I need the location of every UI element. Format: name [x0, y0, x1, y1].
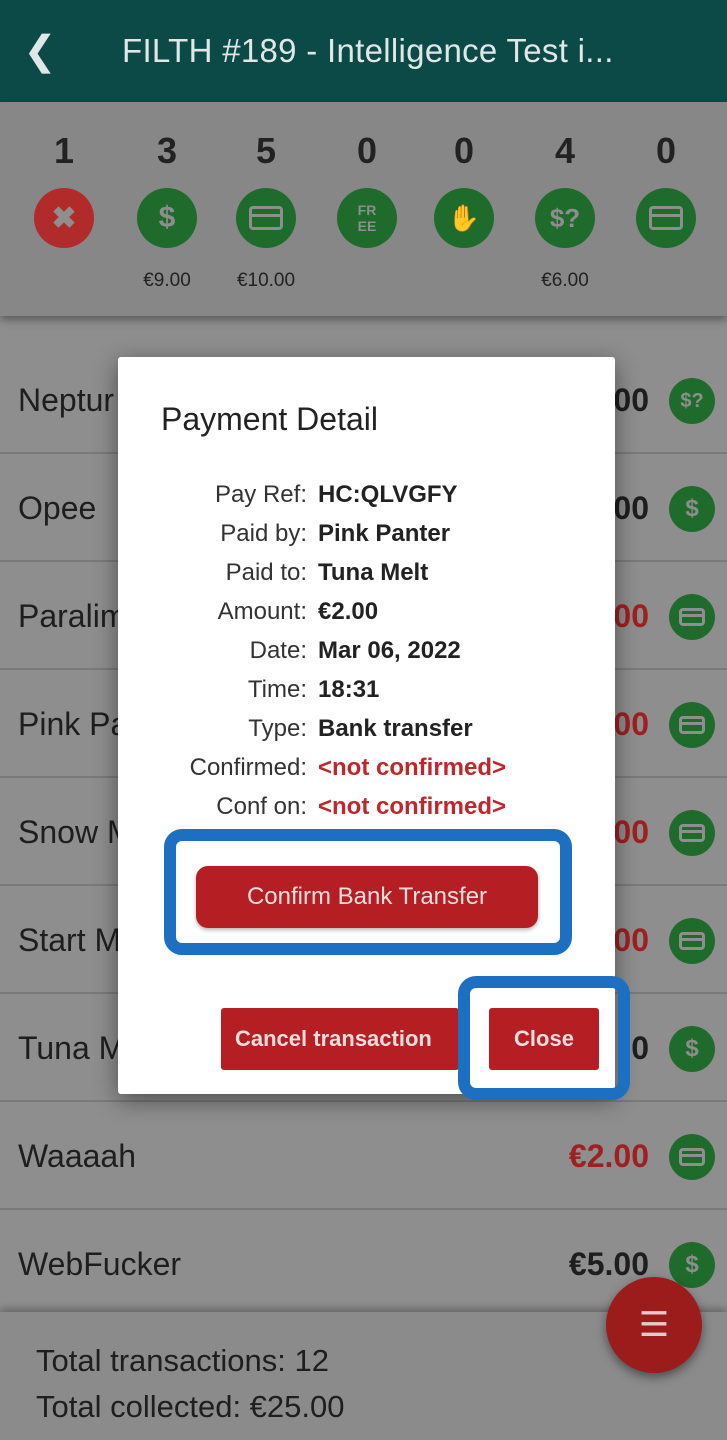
card-unconfirmed-icon	[636, 188, 696, 248]
detail-label: Paid to:	[225, 559, 307, 586]
payer-name: Snow M	[18, 814, 134, 850]
cash-unconfirmed-icon: $?	[535, 188, 595, 248]
cash-icon: $	[669, 1242, 715, 1288]
detail-value: <not confirmed>	[318, 793, 507, 820]
detail-row: Conf on: <not confirmed>	[118, 787, 615, 827]
summary-amount: €9.00	[143, 270, 191, 291]
detail-label: Pay Ref:	[214, 481, 307, 508]
row-amount: €2.00	[568, 1138, 649, 1174]
menu-icon: ☰	[638, 1306, 670, 1344]
detail-value: Mar 06, 2022	[318, 637, 461, 664]
detail-value: Bank transfer	[318, 715, 473, 742]
card-icon	[669, 810, 715, 856]
summary-count: 5	[255, 130, 277, 171]
detail-row: Type: Bank transfer	[118, 709, 615, 749]
card-icon	[669, 594, 715, 640]
detail-label: Type:	[248, 715, 307, 742]
summary-cancelled[interactable]: 1 ✖	[14, 102, 114, 316]
summary-count: 3	[156, 130, 178, 171]
detail-label: Conf on:	[216, 793, 307, 820]
row-amount: 00	[613, 598, 649, 634]
detail-label: Amount:	[217, 598, 307, 625]
cash-icon: $	[669, 486, 715, 532]
cash-icon: $	[137, 188, 197, 248]
detail-label: Date:	[249, 637, 307, 664]
summary-hand-money[interactable]: 0 ✋	[414, 102, 514, 316]
cancel-transaction-button[interactable]: Cancel transaction	[221, 1008, 459, 1070]
payer-name: WebFucker	[18, 1246, 182, 1282]
payer-name: Neptur	[18, 382, 115, 418]
card-icon	[236, 188, 296, 248]
detail-row: Time: 18:31	[118, 670, 615, 710]
payment-detail-dialog: Payment Detail Pay Ref: HC:QLVGFY Paid b…	[118, 357, 615, 1094]
payer-name: Pink Pa	[18, 706, 129, 742]
summary-amount: €10.00	[236, 270, 296, 291]
summary-card[interactable]: 5 €10.00	[216, 102, 316, 316]
summary-count: 0	[453, 130, 475, 171]
detail-label: Confirmed:	[189, 754, 307, 781]
row-amount: 00	[613, 382, 649, 418]
hand-money-icon: ✋	[434, 188, 494, 248]
detail-row: Paid to: Tuna Melt	[118, 553, 615, 593]
summary-count: 4	[554, 130, 576, 171]
cash-unconfirmed-icon: $?	[669, 378, 715, 424]
detail-value: <not confirmed>	[318, 754, 507, 781]
detail-row: Confirmed: <not confirmed>	[118, 748, 615, 788]
app-header: ❮ FILTH #189 - Intelligence Test i...	[0, 0, 727, 102]
detail-row: Amount: €2.00	[118, 592, 615, 632]
row-amount: 00	[613, 814, 649, 850]
free-icon: FR EE	[337, 188, 397, 248]
detail-value: HC:QLVGFY	[318, 481, 458, 508]
cash-icon: $	[669, 1026, 715, 1072]
detail-label: Paid by:	[220, 520, 307, 547]
summary-cash-unconfirmed[interactable]: 4 $? €6.00	[515, 102, 615, 316]
summary-count: 0	[356, 130, 378, 171]
payer-name: Start M	[18, 922, 122, 958]
detail-label: Time:	[247, 676, 307, 703]
detail-value: €2.00	[318, 598, 379, 625]
payer-name: Waaaah	[18, 1138, 136, 1174]
page-title: FILTH #189 - Intelligence Test i...	[122, 32, 614, 69]
detail-value: Tuna Melt	[318, 559, 429, 586]
payment-summary-bar: 1 ✖ 3 $ €9.00 5 €10.00 0 FR EE 0 ✋ 4 $? €…	[0, 102, 727, 316]
close-button[interactable]: Close	[489, 1008, 599, 1070]
summary-free[interactable]: 0 FR EE	[317, 102, 417, 316]
detail-row: Date: Mar 06, 2022	[118, 631, 615, 671]
menu-fab-button[interactable]: ☰	[606, 1277, 702, 1373]
card-icon	[669, 1134, 715, 1180]
chevron-left-icon: ❮	[23, 29, 57, 73]
confirm-bank-transfer-button[interactable]: Confirm Bank Transfer	[196, 866, 538, 928]
detail-row: Paid by: Pink Panter	[118, 514, 615, 554]
back-button[interactable]: ❮	[0, 0, 80, 102]
detail-row: Pay Ref: HC:QLVGFY	[118, 475, 615, 515]
list-item[interactable]: Waaaah €2.00	[0, 1102, 727, 1210]
dialog-title: Payment Detail	[161, 401, 378, 437]
row-amount: 0	[631, 1030, 649, 1066]
card-icon	[669, 918, 715, 964]
total-collected: Total collected: €25.00	[36, 1389, 345, 1424]
summary-amount: €6.00	[541, 270, 589, 291]
summary-cash[interactable]: 3 $ €9.00	[117, 102, 217, 316]
payer-name: Paralim	[18, 598, 127, 634]
detail-value: 18:31	[318, 676, 380, 703]
payer-name: Tuna M	[18, 1030, 126, 1066]
row-amount: 00	[613, 490, 649, 526]
summary-count: 1	[53, 130, 75, 171]
cancelled-icon: ✖	[34, 188, 94, 248]
row-amount: 00	[613, 922, 649, 958]
payer-name: Opee	[18, 490, 97, 526]
summary-count: 0	[655, 130, 677, 171]
row-amount: 00	[613, 706, 649, 742]
detail-value: Pink Panter	[318, 520, 451, 547]
card-icon	[669, 702, 715, 748]
summary-card-unconfirmed[interactable]: 0	[616, 102, 716, 316]
